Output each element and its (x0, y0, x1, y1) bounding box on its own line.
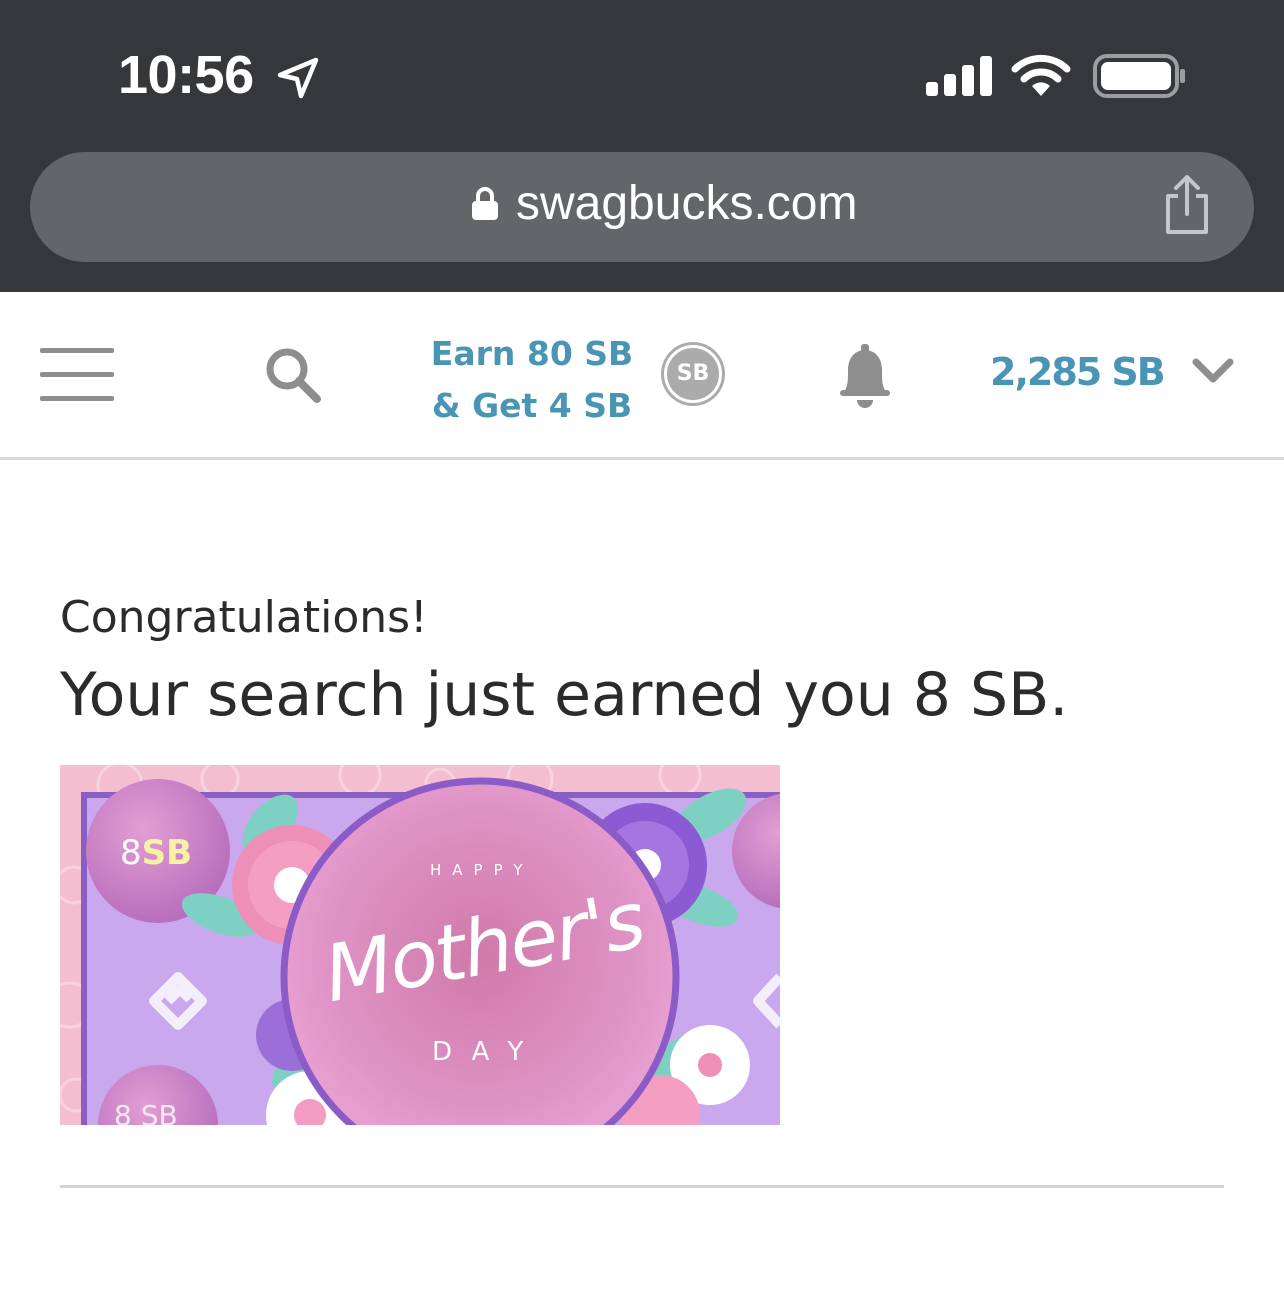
url-bar[interactable]: swagbucks.com (30, 152, 1254, 262)
browser-chrome: 10:56 swagbucks.com (0, 0, 1284, 292)
earned-message: Your search just earned you 8 SB. (60, 660, 1069, 730)
share-icon[interactable] (1158, 174, 1216, 236)
balance-display[interactable]: 2,285 SB (990, 350, 1166, 394)
wifi-icon (1011, 54, 1071, 96)
menu-icon (40, 348, 114, 353)
earn-line2: & Get 4 SB (431, 386, 633, 425)
banner-happy-text: HAPPY (430, 861, 534, 879)
location-arrow-icon (277, 57, 319, 99)
cellular-signal-icon (926, 56, 992, 96)
bell-icon[interactable] (836, 342, 894, 408)
banner-sb-bottom: 8 SB (114, 1099, 178, 1125)
earn-line1: Earn 80 SB (430, 334, 634, 373)
earn-offer-link[interactable]: Earn 80 SB & Get 4 SB (420, 328, 644, 432)
lock-icon (472, 187, 498, 220)
chevron-down-icon[interactable] (1190, 354, 1236, 390)
url-text[interactable]: swagbucks.com (516, 176, 857, 231)
content-divider (60, 1185, 1224, 1188)
banner-day-text: DAY (432, 1037, 544, 1067)
banner-sb-top: 8SB (120, 833, 193, 873)
status-time: 10:56 (118, 45, 254, 105)
sb-coin-icon: SB (664, 345, 722, 403)
mothers-day-banner[interactable]: 8SB 8 SB HAPPY Mother's DAY (60, 765, 780, 1125)
battery-icon (1093, 54, 1185, 98)
menu-button[interactable] (40, 344, 116, 404)
search-icon[interactable] (262, 344, 324, 406)
site-header: Earn 80 SB & Get 4 SB SB 2,285 SB (0, 292, 1284, 460)
congrats-heading: Congratulations! (60, 592, 428, 643)
